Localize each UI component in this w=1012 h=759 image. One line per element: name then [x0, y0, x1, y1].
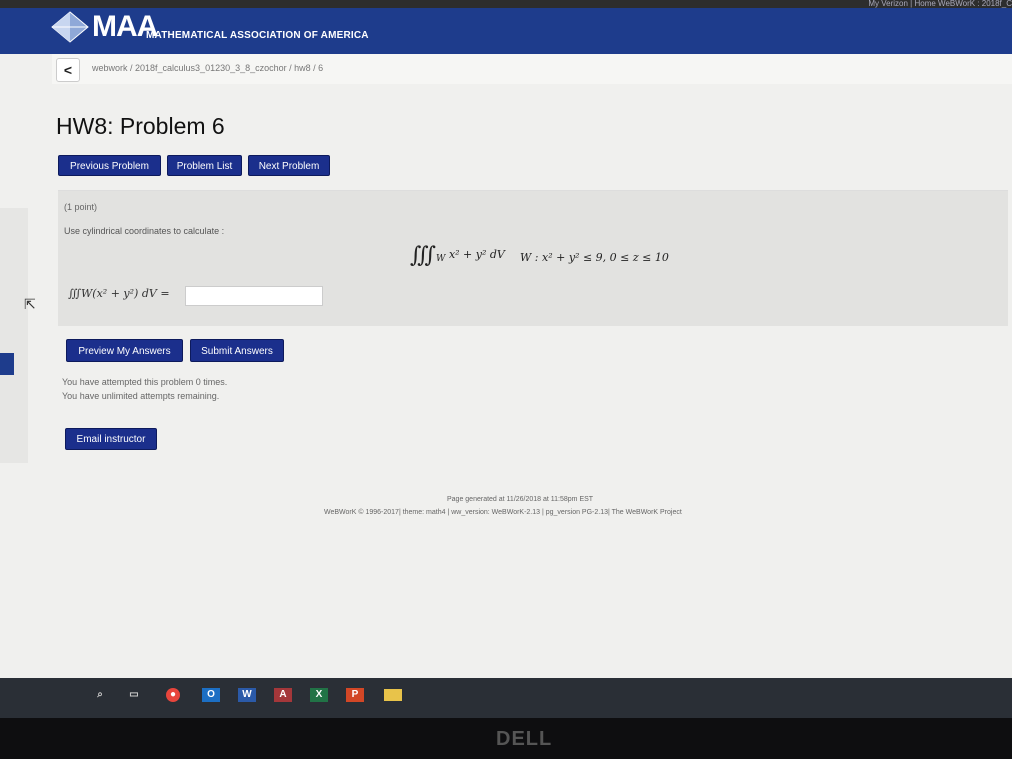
monitor-bezel: DELL: [0, 718, 1012, 759]
side-tab-marker[interactable]: [0, 353, 14, 375]
breadcrumb-bar: < webwork / 2018f_calculus3_01230_3_8_cz…: [52, 54, 1012, 84]
answer-input[interactable]: [185, 286, 323, 306]
attempts-info: You have attempted this problem 0 times.…: [62, 375, 227, 403]
preview-answers-button[interactable]: Preview My Answers: [66, 339, 183, 362]
back-button[interactable]: <: [56, 58, 80, 82]
problem-list-button[interactable]: Problem List: [167, 155, 242, 176]
integral-region-subscript: W: [436, 253, 446, 265]
task-view-icon[interactable]: ▭: [126, 688, 142, 702]
browser-top-strip: My Verizon | Home WeBWorK : 2018f_C: [0, 0, 1012, 8]
integrand: x² + y² dV: [448, 248, 505, 261]
page-generated-timestamp: Page generated at 11/26/2018 at 11:58pm …: [447, 496, 594, 503]
browser-tabs[interactable]: My Verizon | Home WeBWorK : 2018f_C: [662, 0, 1012, 8]
left-sidebar-panel: [0, 208, 28, 463]
maa-logo-icon: [51, 11, 89, 43]
outlook-icon[interactable]: O: [202, 688, 220, 702]
problem-box: (1 point) Use cylindrical coordinates to…: [58, 190, 1008, 326]
submit-answers-button[interactable]: Submit Answers: [190, 339, 284, 362]
region-definition: W : x² + y² ≤ 9, 0 ≤ z ≤ 10: [520, 251, 669, 264]
search-icon[interactable]: ⌕: [92, 688, 108, 702]
chrome-icon[interactable]: ●: [166, 688, 180, 702]
triple-integral: ∭W x² + y² dV: [410, 243, 505, 268]
windows-taskbar: ⌕ ▭ ● O W A X P: [0, 678, 1012, 718]
page-title: HW8: Problem 6: [56, 113, 225, 139]
mouse-cursor-icon: ⇱: [24, 296, 36, 312]
breadcrumb[interactable]: webwork / 2018f_calculus3_01230_3_8_czoc…: [92, 63, 323, 73]
next-problem-button[interactable]: Next Problem: [248, 155, 330, 176]
triple-integral-symbol: ∭: [410, 243, 437, 268]
attempts-remaining: You have unlimited attempts remaining.: [62, 391, 220, 401]
problem-points: (1 point): [64, 202, 98, 212]
answer-label: ∭W(x² + y²) dV =: [68, 287, 170, 300]
webwork-page: MAA MATHEMATICAL ASSOCIATION OF AMERICA …: [0, 8, 1012, 678]
monitor-brand-logo: DELL: [496, 728, 553, 750]
previous-problem-button[interactable]: Previous Problem: [58, 155, 161, 176]
organization-name: MATHEMATICAL ASSOCIATION OF AMERICA: [146, 30, 369, 41]
access-icon[interactable]: A: [274, 688, 292, 702]
webwork-credits: WeBWorK © 1996-2017| theme: math4 | ww_v…: [324, 509, 682, 516]
file-explorer-icon[interactable]: [384, 689, 402, 701]
attempts-count: You have attempted this problem 0 times.: [62, 377, 228, 387]
excel-icon[interactable]: X: [310, 688, 328, 702]
problem-instructions: Use cylindrical coordinates to calculate…: [64, 226, 225, 236]
maa-header: MAA MATHEMATICAL ASSOCIATION OF AMERICA: [0, 8, 1012, 54]
email-instructor-button[interactable]: Email instructor: [65, 428, 157, 450]
word-icon[interactable]: W: [238, 688, 256, 702]
powerpoint-icon[interactable]: P: [346, 688, 364, 702]
